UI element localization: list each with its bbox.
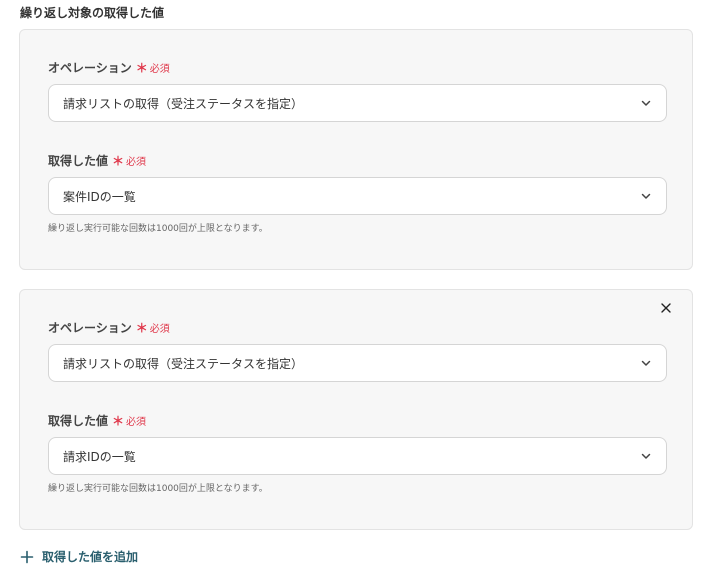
value-label-text: 取得した値 [48,414,109,428]
required-star: ＊ [112,414,125,428]
required-star: ＊ [112,154,125,168]
chevron-down-icon [641,193,651,199]
required-badge: 必須 [126,417,147,428]
plus-icon [20,550,34,563]
chevron-down-icon [641,453,651,459]
value-label-text: 取得した値 [48,154,109,168]
remove-card-button[interactable] [658,300,674,316]
operation-label: オペレーション ＊ 必須 [48,319,170,336]
loop-value-card-1: オペレーション ＊ 必須 請求リストの取得（受注ステータスを指定） 取得した値 … [19,29,693,270]
operation-select[interactable]: 請求リストの取得（受注ステータスを指定） [48,84,667,122]
value-select-value: 請求IDの一覧 [63,449,136,464]
value-select[interactable]: 案件IDの一覧 [48,177,667,215]
operation-select-value: 請求リストの取得（受注ステータスを指定） [63,96,304,111]
limit-hint: 繰り返し実行可能な回数は1000回が上限となります。 [48,224,268,234]
required-badge: 必須 [149,64,170,75]
operation-label-text: オペレーション [48,321,132,335]
value-select-value: 案件IDの一覧 [63,189,136,204]
required-badge: 必須 [126,157,147,168]
section-title: 繰り返し対象の取得した値 [20,6,165,20]
operation-label: オペレーション ＊ 必須 [48,59,170,76]
required-star: ＊ [135,61,148,75]
chevron-down-icon [641,360,651,366]
add-value-button[interactable]: 取得した値を追加 [20,548,138,565]
value-select[interactable]: 請求IDの一覧 [48,437,667,475]
add-value-label: 取得した値を追加 [42,550,139,564]
loop-value-card-2: オペレーション ＊ 必須 請求リストの取得（受注ステータスを指定） 取得した値 … [19,289,693,530]
limit-hint: 繰り返し実行可能な回数は1000回が上限となります。 [48,484,268,494]
value-label: 取得した値 ＊ 必須 [48,152,146,169]
operation-select[interactable]: 請求リストの取得（受注ステータスを指定） [48,344,667,382]
operation-select-value: 請求リストの取得（受注ステータスを指定） [63,356,304,371]
operation-label-text: オペレーション [48,61,132,75]
chevron-down-icon [641,100,651,106]
required-star: ＊ [135,321,148,335]
close-icon [661,303,671,313]
required-badge: 必須 [149,324,170,335]
value-label: 取得した値 ＊ 必須 [48,412,146,429]
